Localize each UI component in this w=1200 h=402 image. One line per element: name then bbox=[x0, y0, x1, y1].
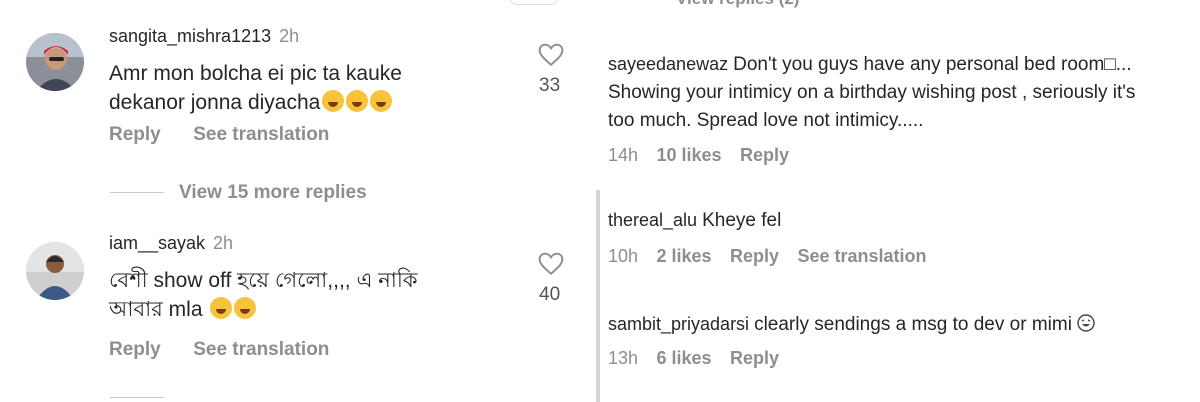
like-heart-icon[interactable] bbox=[538, 252, 564, 276]
comment-text: Don't you guys have any personal bed roo… bbox=[733, 54, 1132, 75]
comment-text-content: আবার mla bbox=[109, 298, 203, 321]
likes-count[interactable]: 2 likes bbox=[657, 246, 712, 266]
like-heart-icon[interactable] bbox=[538, 43, 564, 67]
replies-divider bbox=[110, 397, 164, 398]
username[interactable]: iam__sayak bbox=[109, 233, 205, 253]
timestamp: 10h bbox=[608, 246, 639, 266]
reply-button[interactable]: Reply bbox=[109, 339, 161, 360]
comment-text-content: dekanor jonna diyacha bbox=[109, 91, 321, 114]
comment-line: sambit_priyadarsi clearly sendings a msg… bbox=[608, 310, 1095, 339]
thread-line bbox=[596, 190, 600, 402]
username[interactable]: sambit_priyadarsi bbox=[608, 314, 749, 334]
timestamp: 2h bbox=[279, 26, 300, 46]
laughing-emoji-icon bbox=[346, 90, 369, 112]
comment-text-line: Showing your intimicy on a birthday wish… bbox=[608, 82, 1136, 103]
left-comments-panel: sangita_mishra1213 2h Amr mon bolcha ei p… bbox=[0, 0, 520, 402]
timestamp: 2h bbox=[213, 233, 234, 253]
reply-button[interactable]: Reply bbox=[109, 124, 161, 145]
timestamp: 14h bbox=[608, 145, 639, 165]
laughing-emoji-icon bbox=[1077, 314, 1095, 332]
comment-meta: 14h 10 likes Reply bbox=[608, 145, 789, 166]
view-replies-button[interactable]: View replies (2) bbox=[676, 0, 799, 9]
timestamp: 13h bbox=[608, 348, 639, 368]
comment-text-line-2: dekanor jonna diyacha bbox=[109, 88, 402, 117]
username[interactable]: sangita_mishra1213 bbox=[109, 26, 271, 46]
username[interactable]: thereal_alu bbox=[608, 210, 697, 230]
comment-text: Amr mon bolcha ei pic ta kauke dekanor j… bbox=[109, 59, 402, 117]
reply-button[interactable]: Reply bbox=[730, 246, 779, 266]
comment-text-line: too much. Spread love not intimicy..... bbox=[608, 110, 924, 131]
comment-actions: Reply See translation bbox=[109, 339, 329, 361]
comment-text: বেশী show off হয়ে গেলো,,,, এ নাকি আবার … bbox=[109, 266, 418, 324]
comment-meta: 13h 6 likes Reply bbox=[608, 348, 779, 369]
comment-line: thereal_alu Kheye fel bbox=[608, 206, 781, 235]
reply-button[interactable]: Reply bbox=[740, 145, 789, 165]
avatar-partial bbox=[508, 0, 560, 5]
replies-divider bbox=[110, 192, 164, 193]
likes-count[interactable]: 6 likes bbox=[657, 348, 712, 368]
comment-header: iam__sayak 2h bbox=[109, 233, 233, 254]
comment-text: clearly sendings a msg to dev or mimi bbox=[754, 314, 1072, 335]
laughing-emoji-icon bbox=[370, 90, 393, 112]
comment-text-line-2: আবার mla bbox=[109, 295, 418, 324]
comment-actions: Reply See translation bbox=[109, 124, 329, 146]
avatar[interactable] bbox=[26, 33, 84, 91]
comment-line: sayeedanewaz Don't you guys have any per… bbox=[608, 50, 1132, 79]
comment-text: Kheye fel bbox=[702, 210, 782, 231]
comment-text-line: বেশী show off হয়ে গেলো,,,, এ নাকি bbox=[109, 269, 418, 292]
likes-count[interactable]: 10 likes bbox=[657, 145, 722, 165]
see-translation-button[interactable]: See translation bbox=[193, 339, 329, 360]
see-translation-button[interactable]: See translation bbox=[797, 246, 926, 266]
laughing-emoji-icon bbox=[322, 90, 345, 112]
avatar[interactable] bbox=[26, 242, 84, 300]
like-count: 40 bbox=[539, 284, 561, 305]
comment-text-line: Amr mon bolcha ei pic ta kauke bbox=[109, 62, 402, 85]
reply-button[interactable]: Reply bbox=[730, 348, 779, 368]
comment-meta: 10h 2 likes Reply See translation bbox=[608, 246, 927, 267]
see-translation-button[interactable]: See translation bbox=[193, 124, 329, 145]
username[interactable]: sayeedanewaz bbox=[608, 54, 728, 74]
comment-header: sangita_mishra1213 2h bbox=[109, 26, 299, 47]
view-more-replies-button[interactable]: View 15 more replies bbox=[179, 182, 367, 204]
laughing-emoji-icon bbox=[234, 297, 257, 319]
like-count: 33 bbox=[539, 75, 561, 96]
laughing-emoji-icon bbox=[210, 297, 233, 319]
